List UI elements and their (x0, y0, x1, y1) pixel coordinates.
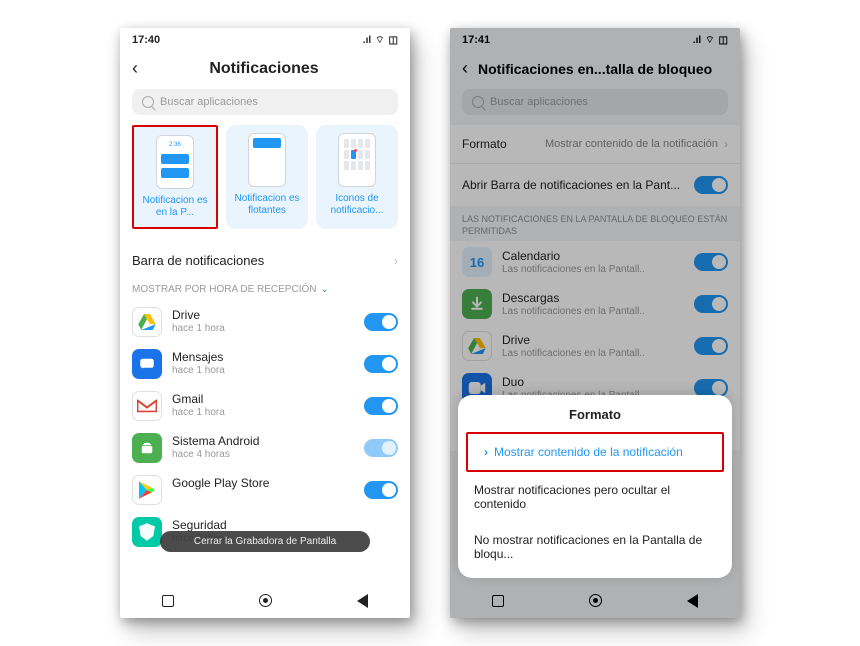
home-icon[interactable] (259, 594, 272, 607)
card-icons[interactable]: Iconos de notificacio... (316, 125, 398, 229)
header: ‹ Notificaciones (120, 52, 410, 89)
messages-icon (132, 349, 162, 379)
search-input[interactable]: Buscar aplicaciones (132, 89, 398, 115)
phone-lockscreen-settings: 17:41 .ıl⌔◫ ‹ Notificaciones en...talla … (450, 28, 740, 618)
card-label: Notificacion es flotantes (230, 193, 304, 217)
card-lockscreen[interactable]: Notificacion es en la P... (132, 125, 218, 229)
back-nav-icon[interactable] (357, 594, 368, 608)
recents-icon[interactable] (492, 595, 504, 607)
card-label: Iconos de notificacio... (320, 193, 394, 217)
app-row-playstore[interactable]: Google Play Store. (120, 469, 410, 511)
app-row-gmail[interactable]: Gmailhace 1 hora (120, 385, 410, 427)
nav-bar (120, 582, 410, 618)
home-icon[interactable] (589, 594, 602, 607)
page-title: Notificaciones (130, 60, 398, 78)
chevron-right-icon: › (394, 254, 398, 268)
shield-icon (132, 517, 162, 547)
android-icon (132, 433, 162, 463)
app-row-drive[interactable]: Drivehace 1 hora (120, 301, 410, 343)
floating-mock-icon (248, 133, 286, 187)
app-list: Drivehace 1 hora Mensajeshace 1 hora Gma… (120, 301, 410, 553)
bottom-sheet-formato: Formato Mostrar contenido de la notifica… (458, 395, 732, 578)
toggle[interactable] (364, 313, 398, 331)
app-row-android[interactable]: Sistema Androidhace 4 horas (120, 427, 410, 469)
recents-icon[interactable] (162, 595, 174, 607)
search-icon (142, 96, 154, 108)
sheet-option-hide-content[interactable]: Mostrar notificaciones pero ocultar el c… (458, 472, 732, 522)
nav-bar (450, 582, 740, 618)
back-nav-icon[interactable] (687, 594, 698, 608)
section-sort-label[interactable]: MOSTRAR POR HORA DE RECEPCIÓN ⌄ (120, 280, 410, 301)
sheet-option-no-notifications[interactable]: No mostrar notificaciones en la Pantalla… (458, 522, 732, 572)
sheet-title: Formato (458, 407, 732, 432)
status-bar: 17:40 .ıl⌔◫ (120, 28, 410, 52)
status-time: 17:40 (132, 34, 160, 46)
toast: Cerrar la Grabadora de Pantalla (160, 531, 370, 552)
toggle[interactable] (364, 355, 398, 373)
card-label: Notificacion es en la P... (138, 195, 212, 219)
phone-notifications: 17:40 .ıl⌔◫ ‹ Notificaciones Buscar apli… (120, 28, 410, 618)
gmail-icon (132, 391, 162, 421)
card-floating[interactable]: Notificacion es flotantes (226, 125, 308, 229)
sheet-option-show-content[interactable]: Mostrar contenido de la notificación (468, 434, 722, 470)
toggle[interactable] (364, 439, 398, 457)
play-store-icon (132, 475, 162, 505)
icons-mock-icon (338, 133, 376, 187)
row-label: Barra de notificaciones (132, 253, 264, 268)
search-placeholder: Buscar aplicaciones (160, 96, 258, 108)
notification-cards: Notificacion es en la P... Notificacion … (120, 125, 410, 241)
drive-icon (132, 307, 162, 337)
toggle[interactable] (364, 481, 398, 499)
row-notification-bar[interactable]: Barra de notificaciones › (120, 241, 410, 280)
lockscreen-mock-icon (156, 135, 194, 189)
app-row-messages[interactable]: Mensajeshace 1 hora (120, 343, 410, 385)
toggle[interactable] (364, 397, 398, 415)
chevron-down-icon: ⌄ (320, 284, 328, 295)
status-right: .ıl⌔◫ (363, 34, 398, 47)
